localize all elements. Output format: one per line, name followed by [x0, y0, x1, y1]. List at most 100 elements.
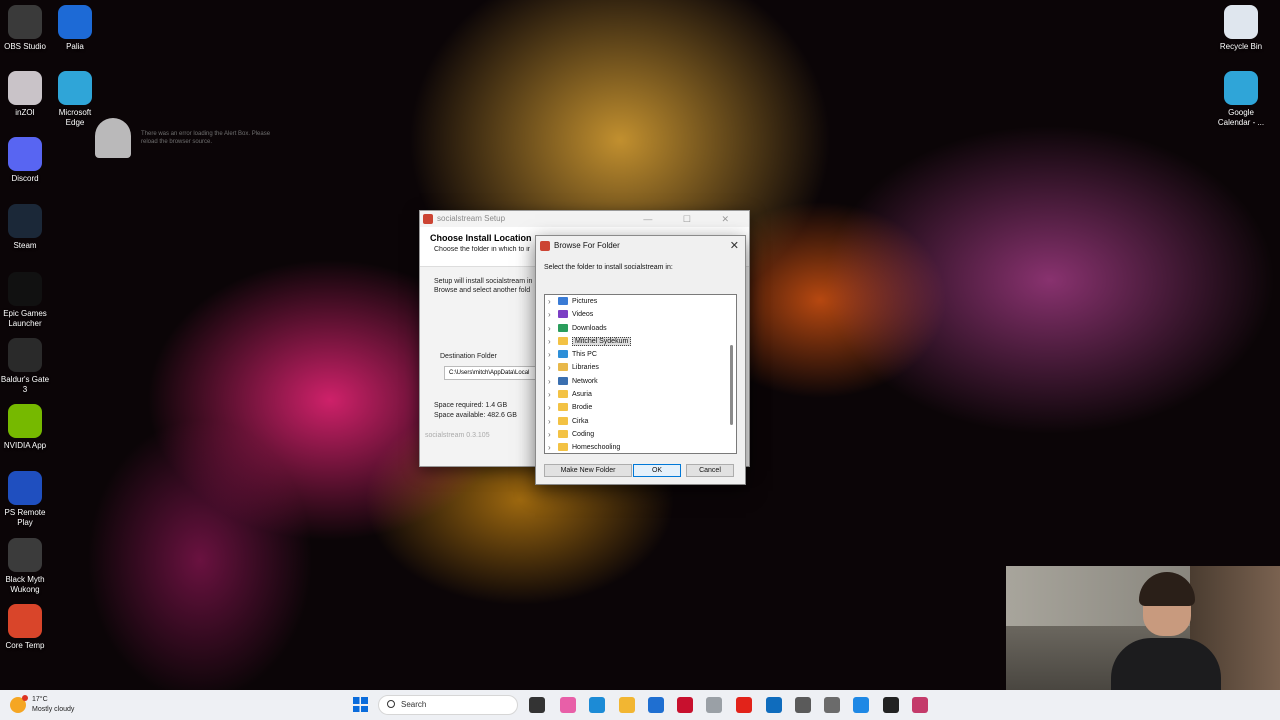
setup-titlebar: socialstream Setup — ☐ ✕: [420, 211, 749, 227]
devices-icon[interactable]: [795, 697, 811, 713]
folder-tree-item[interactable]: › Network: [545, 375, 736, 388]
desktop-shortcut[interactable]: Google Calendar - ...: [1216, 71, 1266, 128]
socialstream-icon: [540, 241, 550, 251]
copilot-icon[interactable]: [560, 697, 576, 713]
photos-icon[interactable]: [853, 697, 869, 713]
browse-titlebar: Browse For Folder ✕: [536, 236, 745, 256]
desktop-shortcut[interactable]: Baldur's Gate 3: [0, 338, 50, 395]
task-view-icon[interactable]: [529, 697, 545, 713]
github-icon[interactable]: [883, 697, 899, 713]
desktop-shortcut[interactable]: PS Remote Play: [0, 471, 50, 528]
chevron-right-icon[interactable]: ›: [548, 361, 551, 374]
network-icon: [558, 376, 568, 385]
this-pc-icon: [558, 350, 568, 359]
desktop-shortcut[interactable]: Recycle Bin: [1216, 5, 1266, 52]
space-available: Space available: 482.6 GB: [434, 412, 517, 419]
make-new-folder-button[interactable]: Make New Folder: [544, 464, 632, 477]
nvidia-icon: [8, 404, 42, 438]
desktop-shortcut[interactable]: OBS Studio: [0, 5, 50, 52]
folder-tree-item[interactable]: › Pictures: [545, 295, 736, 308]
discord-icon: [8, 137, 42, 171]
folder-tree-item-label: Pictures: [572, 298, 598, 305]
cancel-button[interactable]: Cancel: [686, 464, 734, 477]
desktop-shortcut[interactable]: NVIDIA App: [0, 404, 50, 451]
weather-temp: 17°C: [32, 696, 48, 703]
desktop-shortcut[interactable]: inZOI: [0, 71, 50, 118]
microsoft-store-icon[interactable]: [648, 697, 664, 713]
taskbar: 17°C Mostly cloudy Search: [0, 690, 1280, 720]
desktop-shortcut[interactable]: Epic Games Launcher: [0, 272, 50, 329]
folder-tree-item[interactable]: › Mitchel Sydekum: [545, 335, 736, 348]
chevron-right-icon[interactable]: ›: [548, 441, 551, 453]
socialstream-icon[interactable]: [912, 697, 928, 713]
calculator-icon[interactable]: [824, 697, 840, 713]
desktop-shortcut-label: Baldur's Gate 3: [0, 375, 50, 394]
folder-tree-item[interactable]: › Videos: [545, 308, 736, 321]
chevron-right-icon[interactable]: ›: [548, 375, 551, 388]
chevron-right-icon[interactable]: ›: [548, 348, 551, 361]
browse-instruction: Select the folder to install socialstrea…: [544, 264, 673, 271]
desktop-shortcut[interactable]: Core Temp: [0, 604, 50, 651]
desktop-shortcut-label: Core Temp: [5, 641, 45, 650]
chevron-right-icon[interactable]: ›: [548, 401, 551, 414]
desktop-shortcut-label: Google Calendar - ...: [1217, 108, 1265, 127]
desktop-shortcut[interactable]: Steam: [0, 204, 50, 251]
desktop-shortcut[interactable]: Discord: [0, 137, 50, 184]
mcafee-icon[interactable]: [677, 697, 693, 713]
chevron-right-icon[interactable]: ›: [548, 428, 551, 441]
desktop-shortcut-label: Black Myth Wukong: [5, 575, 45, 594]
tree-scrollbar[interactable]: [730, 345, 733, 425]
edge-icon: [1224, 71, 1258, 105]
edge-icon[interactable]: [589, 697, 605, 713]
window-controls[interactable]: — ☐ ✕: [643, 211, 743, 227]
destination-path-input[interactable]: C:\Users\mitch\AppData\Local: [444, 366, 544, 380]
search-label: Search: [401, 700, 427, 709]
settings-icon[interactable]: [706, 697, 722, 713]
folder-tree-item[interactable]: › Asuria: [545, 388, 736, 401]
space-info: Space required: 1.4 GB Space available: …: [434, 401, 517, 421]
steam-icon: [8, 204, 42, 238]
desktop-shortcut[interactable]: Black Myth Wukong: [0, 538, 50, 595]
folder-icon: [558, 443, 568, 452]
outlook-icon[interactable]: [766, 697, 782, 713]
taskbar-search[interactable]: Search: [378, 695, 518, 715]
desktop-shortcut-label: Microsoft Edge: [58, 108, 92, 127]
windows-start-icon[interactable]: [353, 697, 368, 712]
chevron-right-icon[interactable]: ›: [548, 335, 551, 348]
close-icon[interactable]: ✕: [730, 236, 739, 256]
chevron-right-icon[interactable]: ›: [548, 322, 551, 335]
weather-widget[interactable]: 17°C Mostly cloudy: [8, 695, 74, 715]
recycle-bin-icon: [1224, 5, 1258, 39]
folder-tree-item-label: Videos: [572, 311, 594, 319]
desktop-shortcut[interactable]: Palia: [50, 5, 100, 52]
desktop-shortcut-label: inZOI: [15, 108, 35, 117]
downloads-folder-icon: [558, 323, 568, 332]
ok-button[interactable]: OK: [633, 464, 681, 477]
weather-desc: Mostly cloudy: [32, 706, 75, 713]
libraries-icon: [558, 363, 568, 372]
folder-tree[interactable]: › Pictures › Videos › Downloads › Mitchel Sydek…: [544, 294, 737, 454]
folder-tree-item[interactable]: › Brodie: [545, 401, 736, 414]
chevron-right-icon[interactable]: ›: [548, 415, 551, 428]
folder-tree-item[interactable]: › Homeschooling: [545, 441, 736, 453]
folder-tree-item[interactable]: › Cirka: [545, 415, 736, 428]
folder-tree-item[interactable]: › Coding: [545, 428, 736, 441]
desktop-shortcut-label: OBS Studio: [4, 42, 46, 51]
folder-tree-item[interactable]: › This PC: [545, 348, 736, 361]
folder-tree-item[interactable]: › Downloads: [545, 322, 736, 335]
desktop-shortcut[interactable]: Microsoft Edge: [50, 71, 100, 128]
chevron-right-icon[interactable]: ›: [548, 388, 551, 401]
socialstream-icon: [423, 214, 433, 224]
lenovo-icon[interactable]: [736, 697, 752, 713]
desktop-shortcut-label: Palia: [66, 42, 84, 51]
setup-title: socialstream Setup: [437, 214, 506, 223]
folder-tree-item-label: Brodie: [572, 404, 593, 412]
desktop-shortcut-label: Recycle Bin: [1219, 42, 1263, 51]
chevron-right-icon[interactable]: ›: [548, 308, 551, 321]
chevron-right-icon[interactable]: ›: [548, 295, 551, 308]
file-explorer-icon[interactable]: [619, 697, 635, 713]
edge-icon: [58, 71, 92, 105]
folder-tree-item-label: Homeschooling: [572, 444, 621, 452]
user-folder-icon: [558, 336, 568, 345]
folder-tree-item[interactable]: › Libraries: [545, 361, 736, 374]
